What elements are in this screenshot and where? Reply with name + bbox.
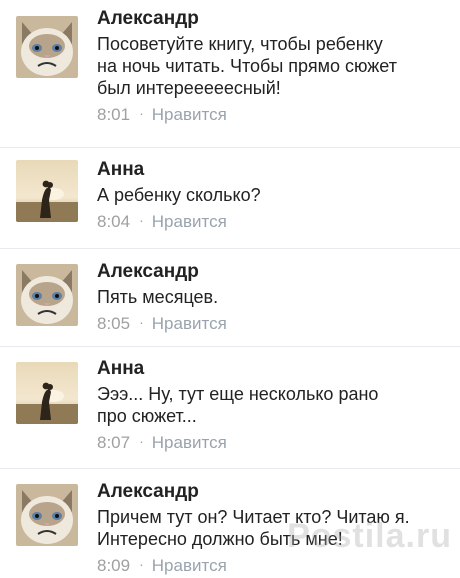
comment-text-line: Эээ... Ну, тут еще несколько рано <box>97 384 379 404</box>
comment-text-line: на ночь читать. Чтобы прямо сюжет <box>97 56 397 76</box>
author-name[interactable]: Александр <box>97 481 452 503</box>
comment-meta: 8:05 · Нравится <box>97 314 452 334</box>
grumpy-cat-avatar <box>16 16 78 78</box>
author-name[interactable]: Анна <box>97 358 452 380</box>
author-name[interactable]: Александр <box>97 261 452 283</box>
separator-dot: · <box>139 433 144 449</box>
separator-dot: · <box>139 105 144 121</box>
like-link[interactable]: Нравится <box>152 556 227 575</box>
like-link[interactable]: Нравится <box>152 105 227 124</box>
timestamp: 8:05 <box>97 314 131 333</box>
divider <box>0 468 460 469</box>
timestamp: 8:07 <box>97 433 131 452</box>
grumpy-cat-avatar <box>16 264 78 326</box>
author-avatar[interactable] <box>16 362 78 424</box>
comment-item: Александр Пять месяцев. 8:05 · Нравится <box>0 254 460 340</box>
like-link[interactable]: Нравится <box>152 212 227 231</box>
couple-sunset-avatar <box>16 160 78 222</box>
comment-text: Эээ... Ну, тут еще несколько рано про сю… <box>97 383 452 427</box>
author-avatar[interactable] <box>16 264 78 326</box>
author-avatar[interactable] <box>16 484 78 546</box>
comment-item: Анна Эээ... Ну, тут еще несколько рано п… <box>0 352 460 464</box>
like-link[interactable]: Нравится <box>152 314 227 333</box>
comment-meta: 8:09 · Нравится <box>97 556 452 576</box>
comment-item: Анна А ребенку сколько? 8:04 · Нравится <box>0 152 460 248</box>
comment-meta: 8:07 · Нравится <box>97 433 452 453</box>
comment-text: Посоветуйте книгу, чтобы ребенку на ночь… <box>97 33 452 99</box>
timestamp: 8:01 <box>97 105 131 124</box>
couple-sunset-avatar <box>16 362 78 424</box>
timestamp: 8:04 <box>97 212 131 231</box>
comment-text-line: А ребенку сколько? <box>97 185 261 205</box>
separator-dot: · <box>139 314 144 330</box>
separator-dot: · <box>139 212 144 228</box>
comment-meta: 8:04 · Нравится <box>97 212 452 232</box>
comment-meta: 8:01 · Нравится <box>97 105 452 125</box>
comment-text-line: Посоветуйте книгу, чтобы ребенку <box>97 34 383 54</box>
comment-text-line: Пять месяцев. <box>97 287 219 307</box>
comment-text-line: про сюжет... <box>97 406 197 426</box>
divider <box>0 147 460 148</box>
timestamp: 8:09 <box>97 556 131 575</box>
comment-item: Александр Посоветуйте книгу, чтобы ребен… <box>0 8 460 138</box>
author-avatar[interactable] <box>16 160 78 222</box>
watermark: Postila.ru <box>287 517 452 555</box>
divider <box>0 346 460 347</box>
grumpy-cat-avatar <box>16 484 78 546</box>
like-link[interactable]: Нравится <box>152 433 227 452</box>
comment-text: Пять месяцев. <box>97 286 452 308</box>
author-avatar[interactable] <box>16 16 78 78</box>
comment-text: А ребенку сколько? <box>97 184 452 206</box>
divider <box>0 248 460 249</box>
author-name[interactable]: Анна <box>97 159 452 181</box>
comment-text-line: был интерееееесный! <box>97 78 281 98</box>
comment-thread: Александр Посоветуйте книгу, чтобы ребен… <box>0 0 460 578</box>
separator-dot: · <box>139 556 144 572</box>
author-name[interactable]: Александр <box>97 8 452 30</box>
